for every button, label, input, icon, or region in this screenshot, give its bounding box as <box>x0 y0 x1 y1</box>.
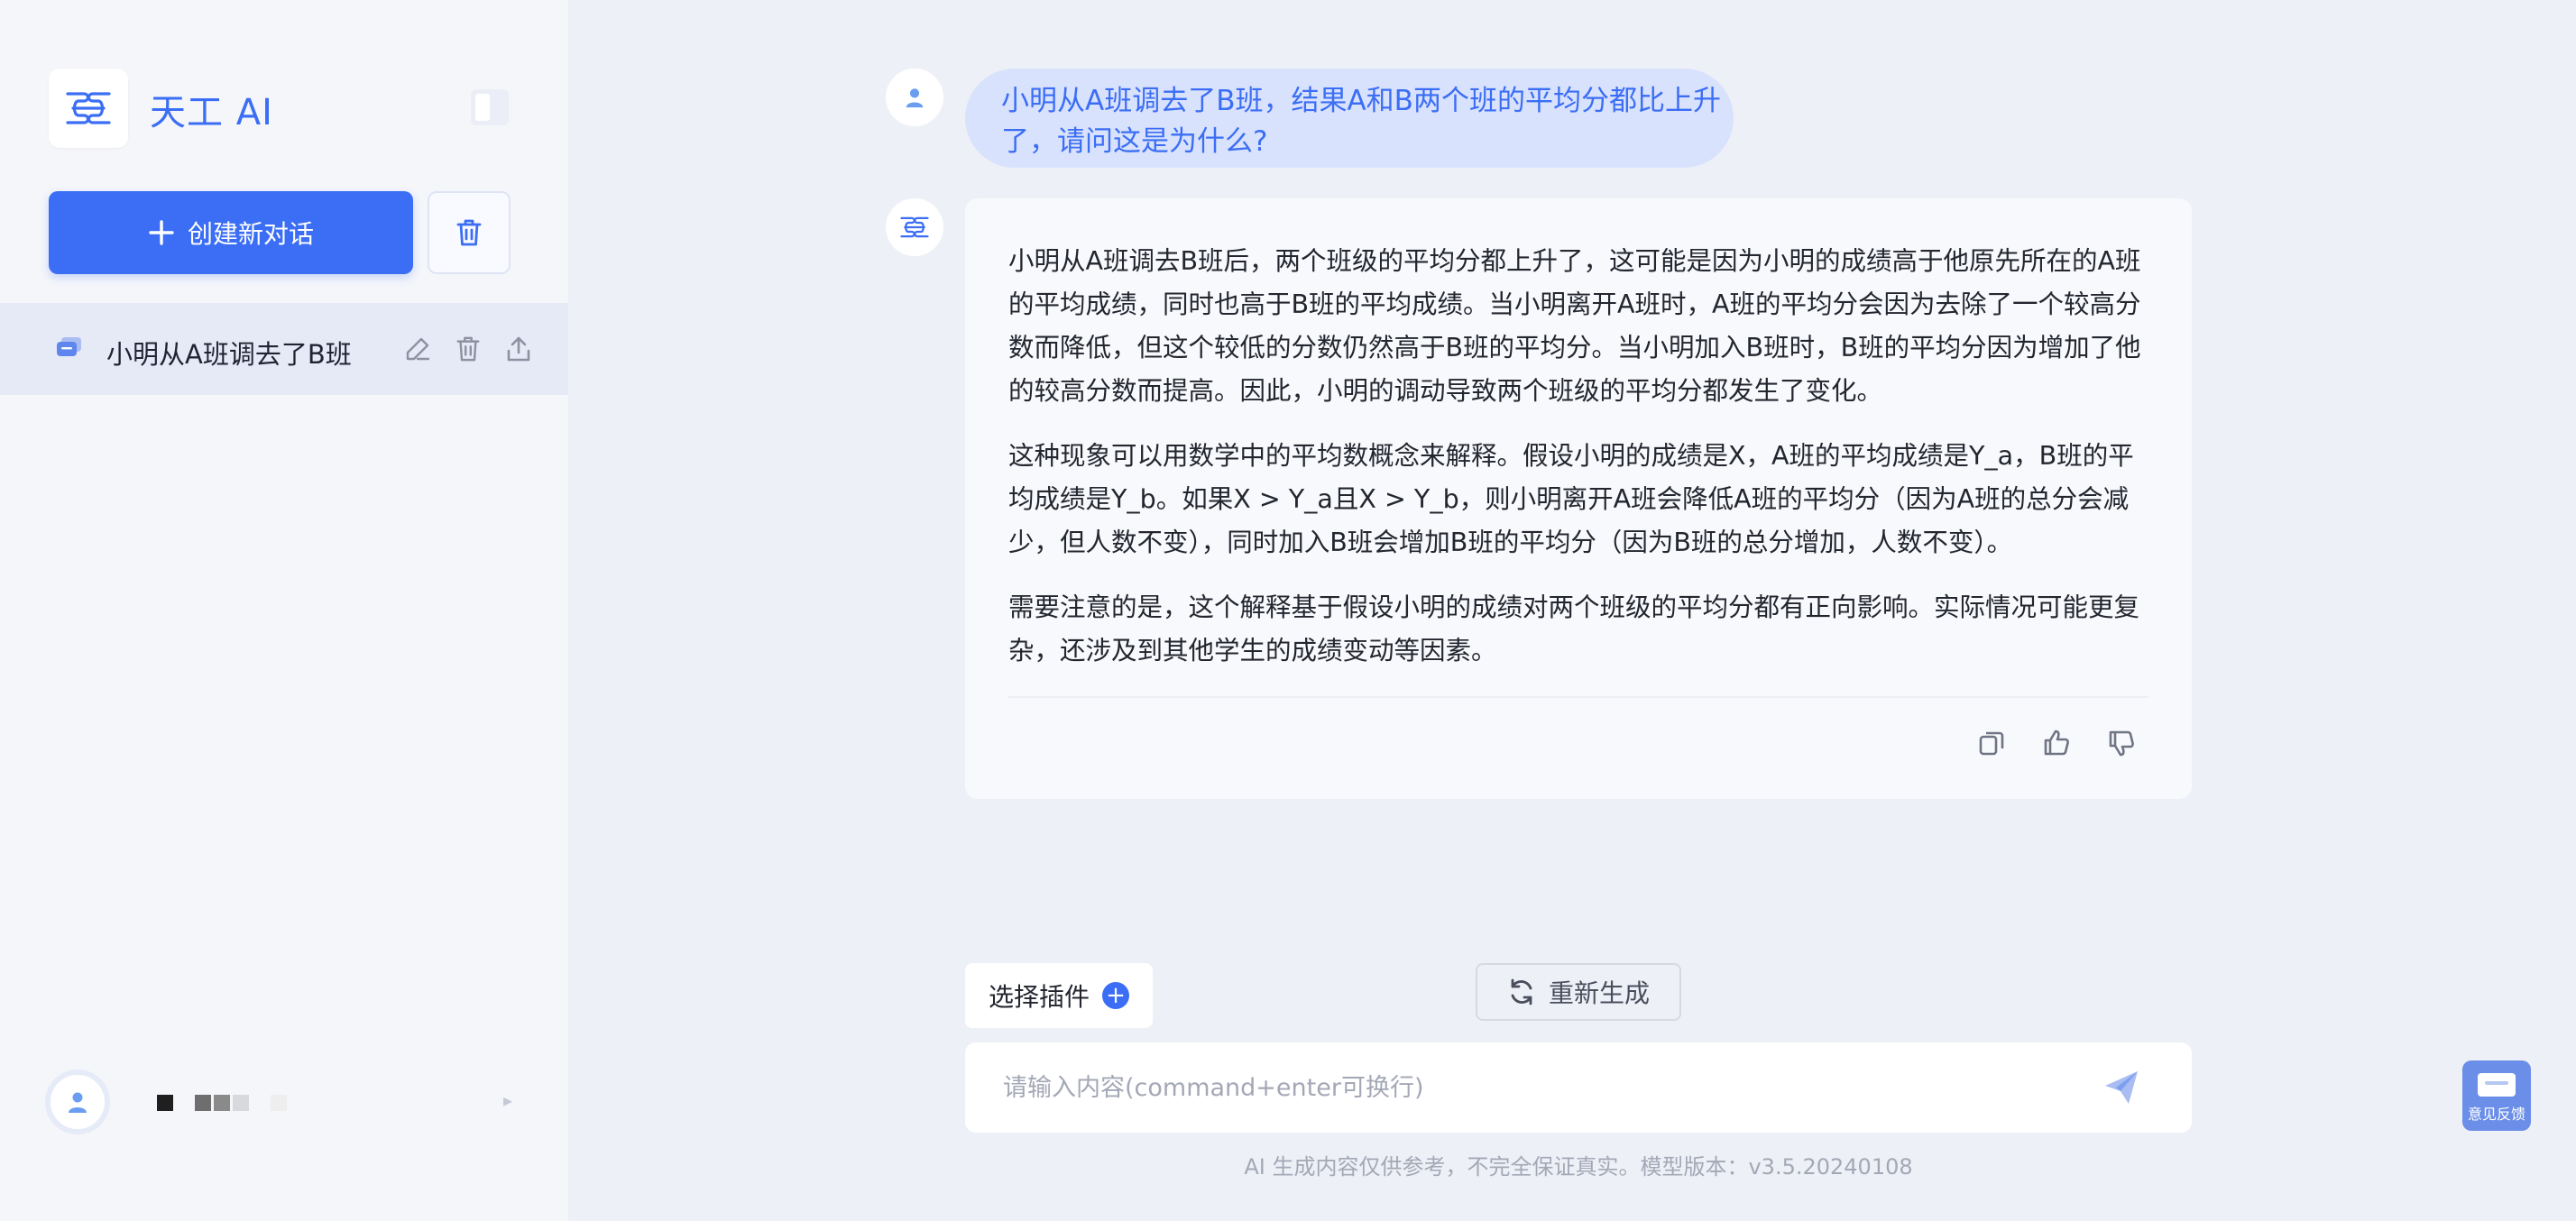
chat-area: 小明从A班调去了B班，结果A和B两个班的平均分都比上升了，请问这是为什么? 小明… <box>568 0 2576 1221</box>
regenerate-label: 重新生成 <box>1548 978 1650 1008</box>
answer-paragraph: 小明从A班调去B班后，两个班级的平均分都上升了，这可能是因为小明的成绩高于他原先… <box>1008 246 2141 406</box>
select-plugin-button[interactable]: 选择插件 + <box>965 963 1153 1028</box>
share-conversation-button[interactable] <box>503 334 534 364</box>
sidebar-toggle-icon <box>471 89 509 125</box>
like-button[interactable] <box>2040 727 2073 759</box>
thumbs-up-icon <box>2044 730 2069 756</box>
thumbs-down-icon <box>2109 730 2134 757</box>
user-avatar <box>45 1070 110 1134</box>
assistant-avatar <box>886 198 943 256</box>
copy-icon <box>1979 731 2004 756</box>
user-message-bubble: 小明从A班调去了B班，结果A和B两个班的平均分都比上升了，请问这是为什么? <box>965 69 1734 168</box>
user-message-text: 小明从A班调去了B班，结果A和B两个班的平均分都比上升了，请问这是为什么? <box>1001 85 1721 158</box>
delete-conversation-button[interactable] <box>453 334 483 364</box>
answer-paragraph: 这种现象可以用数学中的平均数概念来解释。假设小明的成绩是X，A班的平均成绩是Y_… <box>1008 441 2134 557</box>
user-message-avatar <box>886 69 943 126</box>
clear-conversations-button[interactable] <box>428 191 511 274</box>
feedback-button[interactable]: 意见反馈 <box>2462 1060 2531 1131</box>
plus-circle-icon: + <box>1102 982 1129 1009</box>
user-profile[interactable]: ▸ <box>45 1070 532 1136</box>
tiangong-logo-icon <box>66 92 111 124</box>
chat-bubbles-icon <box>56 336 83 363</box>
sidebar: 天工 AI 创建新对话 小明从A班调去了B班 ▸ <box>0 0 568 1221</box>
brand-name: 天工 AI <box>150 92 273 133</box>
sidebar-toggle-button[interactable] <box>469 87 511 128</box>
copy-button[interactable] <box>1975 727 2008 759</box>
feedback-label: 意见反馈 <box>2467 1106 2525 1123</box>
trash-icon <box>456 336 480 362</box>
user-avatar-icon <box>69 1092 87 1113</box>
conversation-item[interactable]: 小明从A班调去了B班 <box>0 303 568 395</box>
user-avatar-icon <box>906 88 924 108</box>
chevron-right-icon: ▸ <box>503 1089 513 1111</box>
send-button[interactable] <box>2102 1068 2141 1107</box>
regenerate-button[interactable]: 重新生成 <box>1476 963 1681 1021</box>
assistant-message-card: 小明从A班调去B班后，两个班级的平均分都上升了，这可能是因为小明的成绩高于他原先… <box>965 198 2192 799</box>
message-input[interactable] <box>1003 1070 2067 1106</box>
divider <box>1008 696 2148 698</box>
new-chat-button[interactable]: 创建新对话 <box>49 191 413 274</box>
assistant-message-text: 小明从A班调去B班后，两个班级的平均分都上升了，这可能是因为小明的成绩高于他原先… <box>1008 240 2148 694</box>
tiangong-logo-icon <box>900 216 929 238</box>
pencil-icon <box>406 337 430 361</box>
conversation-actions <box>402 334 534 364</box>
answer-paragraph: 需要注意的是，这个解释基于假设小明的成绩对两个班级的平均分都有正向影响。实际情况… <box>1008 592 2140 666</box>
select-plugin-label: 选择插件 <box>988 982 1090 1012</box>
logo <box>49 69 128 148</box>
edit-conversation-button[interactable] <box>402 334 433 364</box>
trash-icon <box>456 219 482 246</box>
new-chat-label: 创建新对话 <box>187 219 314 249</box>
send-icon <box>2105 1071 2138 1104</box>
envelope-icon <box>2478 1073 2516 1097</box>
plus-icon <box>149 220 174 245</box>
share-icon <box>507 336 530 362</box>
user-name-redacted <box>157 1095 287 1111</box>
dislike-button[interactable] <box>2105 727 2138 759</box>
answer-actions <box>1975 727 2138 759</box>
refresh-icon <box>1511 978 1532 1005</box>
disclaimer: AI 生成内容仅供参考，不完全保证真实。模型版本：v3.5.20240108 <box>1244 1154 1913 1180</box>
conversation-title: 小明从A班调去了B班 <box>106 339 352 370</box>
message-composer <box>965 1042 2192 1133</box>
